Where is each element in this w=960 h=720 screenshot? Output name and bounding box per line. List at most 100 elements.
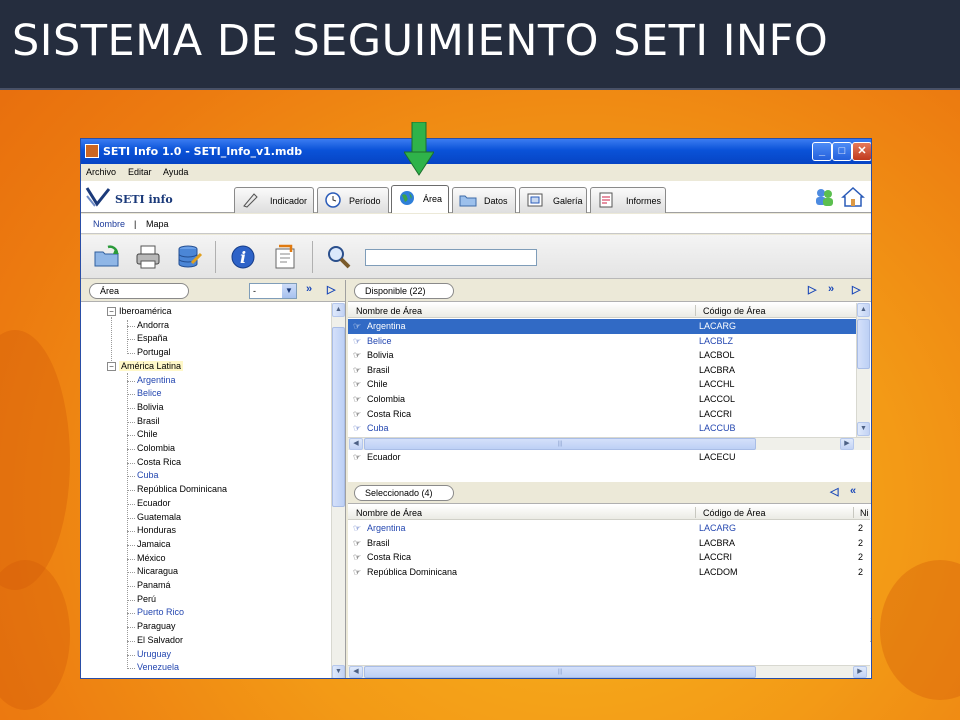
area-level-select[interactable]: - ▼	[249, 283, 297, 299]
tab-indicador[interactable]: Indicador	[234, 187, 314, 213]
menu-editar[interactable]: Editar	[128, 167, 152, 177]
cell-nombre: República Dominicana	[367, 566, 458, 577]
close-button[interactable]: ✕	[852, 142, 871, 161]
disponible-scrollbar[interactable]: ▲ ▼	[856, 303, 870, 437]
tree-node-country[interactable]: Bolivia	[137, 402, 164, 412]
remove-all-icon[interactable]: «	[850, 485, 856, 497]
minimize-button[interactable]: _	[812, 142, 832, 161]
table-row[interactable]: ☞ Costa Rica LACCRI 2	[348, 550, 870, 565]
table-row[interactable]: ☞ República Dominicana LACDOM 2	[348, 565, 870, 580]
table-row[interactable]: ☞ Ecuador LACECU	[348, 450, 856, 465]
seleccionado-hscrollbar[interactable]: ◀ ||| ▶	[348, 665, 870, 678]
tree-node-country[interactable]: Perú	[137, 594, 156, 604]
chevron-down-icon[interactable]: ▼	[282, 284, 296, 298]
scroll-thumb[interactable]	[332, 327, 345, 507]
table-row[interactable]: ☞ Costa Rica LACCRI	[348, 407, 856, 422]
col-codigo[interactable]: Código de Área	[703, 508, 766, 518]
tree-node-country[interactable]: Cuba	[137, 470, 159, 480]
tree-expander-icon[interactable]: −	[107, 307, 116, 316]
tree-node-1[interactable]: España	[137, 333, 168, 343]
window-titlebar[interactable]: SETI Info 1.0 - SETI_Info_v1.mdb _ □ ✕	[81, 139, 871, 164]
tree-node-2[interactable]: Portugal	[137, 347, 171, 357]
subnav-mapa[interactable]: Mapa	[146, 219, 169, 229]
remove-one-icon[interactable]: ◁	[830, 485, 838, 498]
tree-node-country[interactable]: Honduras	[137, 525, 176, 535]
tab-galeria[interactable]: Galería	[519, 187, 587, 213]
scroll-right-icon[interactable]: ▶	[840, 438, 854, 450]
tree-node-country[interactable]: Panamá	[137, 580, 171, 590]
table-row[interactable]: ☞ Bolivia LACBOL	[348, 348, 856, 363]
scroll-thumb[interactable]: |||	[364, 666, 756, 678]
tree-node-country[interactable]: Colombia	[137, 443, 175, 453]
table-row[interactable]: ☞ Belice LACBLZ	[348, 334, 856, 349]
print-icon[interactable]	[134, 243, 162, 271]
home-icon[interactable]	[841, 186, 865, 207]
scroll-down-icon[interactable]: ▼	[857, 422, 870, 436]
col-nombre[interactable]: Nombre de Área	[356, 508, 422, 518]
tree-node-country[interactable]: Costa Rica	[137, 457, 181, 467]
col-ni[interactable]: Ni	[860, 508, 869, 518]
add-one-icon[interactable]: ▷	[327, 283, 335, 296]
table-row[interactable]: ☞ Argentina LACARG 2	[348, 521, 870, 536]
scroll-down-icon[interactable]: ▼	[332, 665, 345, 678]
table-row[interactable]: ☞ Chile LACCHL	[348, 377, 856, 392]
tree-node-country[interactable]: Ecuador	[137, 498, 171, 508]
tree-node-country[interactable]: Belice	[137, 388, 162, 398]
tab-datos[interactable]: Datos	[452, 187, 516, 213]
database-icon[interactable]	[175, 243, 203, 271]
subnav-nombre[interactable]: Nombre	[93, 219, 125, 229]
tab-informes[interactable]: Informes	[590, 187, 666, 213]
col-nombre[interactable]: Nombre de Área	[356, 306, 422, 316]
tree-connector	[127, 339, 135, 341]
open-folder-icon[interactable]	[93, 243, 121, 271]
search-icon[interactable]	[325, 243, 353, 271]
tree-node-country[interactable]: Nicaragua	[137, 566, 178, 576]
tree-node-iberoamerica[interactable]: Iberoamérica	[119, 306, 172, 316]
tab-periodo[interactable]: Período	[317, 187, 389, 213]
tree-node-country[interactable]: El Salvador	[137, 635, 183, 645]
scroll-left-icon[interactable]: ◀	[349, 438, 363, 450]
scroll-thumb[interactable]	[857, 319, 870, 369]
col-codigo[interactable]: Código de Área	[703, 306, 766, 316]
move-all-icon[interactable]: »	[828, 283, 834, 295]
info-icon[interactable]: i	[229, 243, 257, 271]
tab-area[interactable]: Área	[391, 185, 449, 213]
scroll-up-icon[interactable]: ▲	[857, 303, 870, 317]
move-one-icon[interactable]: ▷	[852, 283, 860, 296]
disponible-hscrollbar[interactable]: ◀ ||| ▶	[348, 437, 870, 450]
tree-node-country[interactable]: Brasil	[137, 416, 160, 426]
tree-node-country[interactable]: República Dominicana	[137, 484, 227, 494]
scroll-up-icon[interactable]: ▲	[332, 303, 345, 317]
scroll-left-icon[interactable]: ◀	[349, 666, 363, 678]
table-row[interactable]: ☞ Argentina LACARG	[348, 319, 856, 334]
tree-node-country[interactable]: Argentina	[137, 375, 176, 385]
tree-node-country[interactable]: Paraguay	[137, 621, 176, 631]
add-all-icon[interactable]: »	[306, 283, 312, 295]
maximize-button[interactable]: □	[832, 142, 852, 161]
users-icon[interactable]	[816, 189, 833, 206]
table-row[interactable]: ☞ Brasil LACBRA	[348, 363, 856, 378]
table-row[interactable]: ☞ Cuba LACCUB	[348, 421, 856, 436]
scroll-thumb[interactable]: |||	[364, 438, 756, 450]
tree-node-america-latina[interactable]: América Latina	[119, 360, 184, 371]
tree-node-country[interactable]: Guatemala	[137, 512, 181, 522]
tree-expander-icon[interactable]: −	[107, 361, 116, 371]
tree-node-0[interactable]: Andorra	[137, 320, 169, 330]
scroll-right-icon[interactable]: ▶	[853, 666, 867, 678]
table-row[interactable]: ☞ Colombia LACCOL	[348, 392, 856, 407]
tree-node-country[interactable]: Puerto Rico	[137, 607, 184, 617]
tree-node-country[interactable]: Chile	[137, 429, 158, 439]
cell-codigo: LACARG	[699, 523, 737, 533]
export-icon[interactable]	[271, 243, 299, 271]
table-row[interactable]: ☞ Brasil LACBRA 2	[348, 536, 870, 551]
menu-archivo[interactable]: Archivo	[86, 167, 116, 177]
move-next-icon[interactable]: ▷	[808, 283, 816, 296]
tree-node-country[interactable]: México	[137, 553, 166, 563]
search-input[interactable]	[365, 249, 537, 266]
tree-node-country[interactable]: Venezuela	[137, 662, 179, 672]
cell-nombre: Belice	[367, 335, 392, 346]
menu-ayuda[interactable]: Ayuda	[163, 167, 188, 177]
tree-node-country[interactable]: Uruguay	[137, 649, 171, 659]
tree-node-country[interactable]: Jamaica	[137, 539, 171, 549]
tree-scrollbar[interactable]: ▲ ▼	[331, 303, 345, 678]
